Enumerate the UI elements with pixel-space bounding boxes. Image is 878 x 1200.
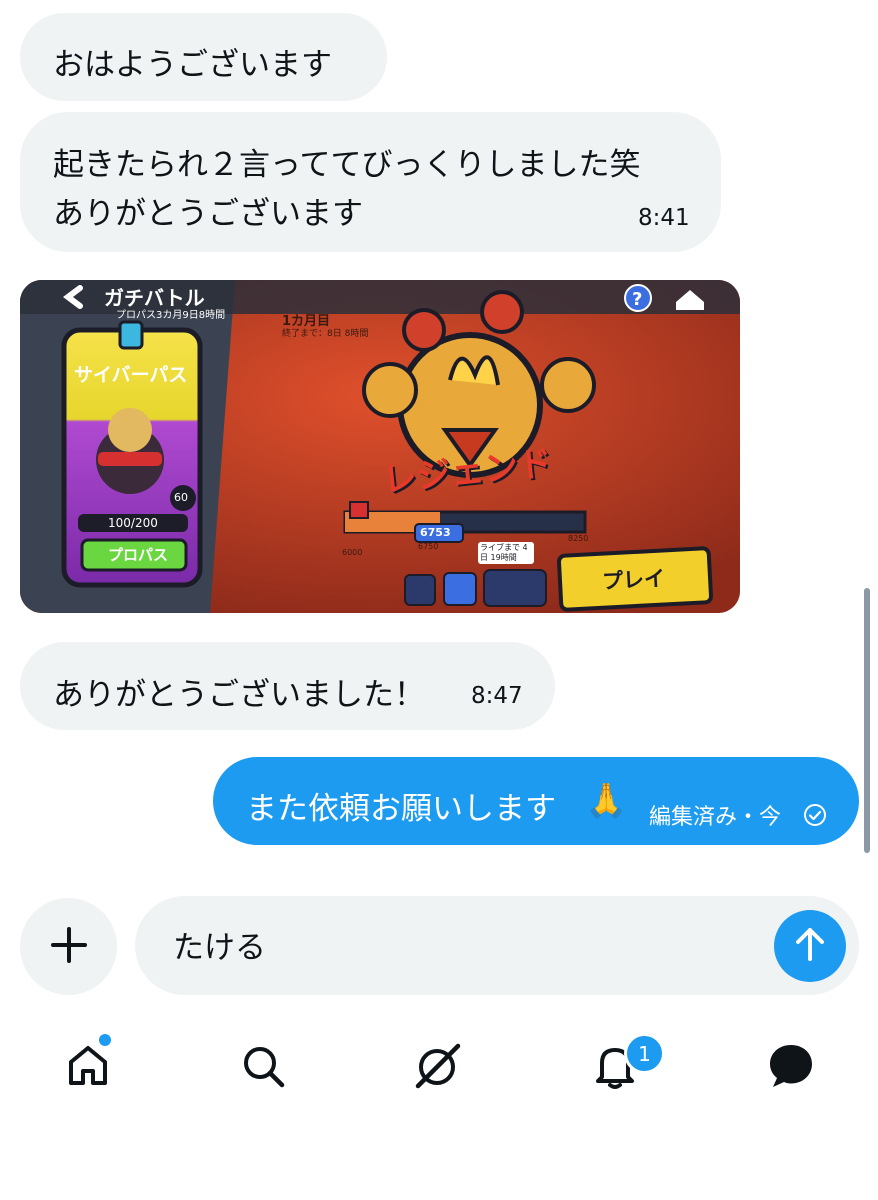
home-unread-dot bbox=[99, 1034, 111, 1046]
nav-grok[interactable] bbox=[410, 1040, 466, 1096]
folded-hands-emoji: 🙏 bbox=[585, 781, 628, 821]
message-text: また依頼お願いします bbox=[246, 791, 556, 827]
track-tick: 6750 bbox=[418, 542, 439, 551]
search-icon bbox=[238, 1041, 288, 1095]
read-check-icon bbox=[803, 799, 827, 835]
message-text-line2: ありがとうございます bbox=[53, 196, 363, 232]
attached-image[interactable]: ? ガチバトル プロパス3カ月9日8時間 サイバーパス 100/200 60 プ… bbox=[20, 280, 740, 613]
message-timestamp: 8:41 bbox=[638, 205, 690, 231]
home-icon bbox=[63, 1041, 113, 1095]
month-sub: 終了まで：8日 8時間 bbox=[282, 329, 369, 339]
notification-count-badge: 1 bbox=[624, 1033, 665, 1074]
scrollbar[interactable] bbox=[864, 588, 870, 853]
pass-name: サイバーパス bbox=[74, 364, 188, 386]
grok-icon bbox=[410, 1038, 466, 1098]
message-input-container bbox=[135, 896, 859, 995]
play-button: プレイ bbox=[601, 566, 666, 594]
track-tick: 6000 bbox=[342, 548, 363, 557]
next-reward: ライブまで 4日 19時間 bbox=[478, 542, 534, 564]
arrow-up-icon bbox=[790, 924, 830, 968]
message-text-line1: 起きたられ２言っててびっくりしました笑 bbox=[53, 147, 641, 183]
svg-text:?: ? bbox=[632, 289, 642, 310]
track-tick: 8250 bbox=[568, 534, 589, 543]
message-text: おはようございます bbox=[53, 47, 332, 83]
received-message-bubble[interactable]: ありがとうございました！ 8:47 bbox=[20, 642, 555, 730]
nav-home[interactable] bbox=[60, 1040, 116, 1096]
sent-message-bubble[interactable]: また依頼お願いします 🙏 編集済み・今 bbox=[213, 757, 859, 845]
messages-icon bbox=[765, 1040, 817, 1096]
nav-search[interactable] bbox=[235, 1040, 291, 1096]
message-timestamp: 8:47 bbox=[471, 683, 523, 709]
received-message-bubble[interactable]: 起きたられ２言っててびっくりしました笑 ありがとうございます 8:41 bbox=[20, 112, 721, 252]
nav-messages[interactable] bbox=[763, 1040, 819, 1096]
game-subtitle: プロパス3カ月9日8時間 bbox=[116, 310, 226, 321]
pass-level: 60 bbox=[174, 491, 188, 504]
send-button[interactable] bbox=[774, 910, 846, 982]
trophy-score: 6753 bbox=[420, 526, 451, 539]
pass-progress: 100/200 bbox=[108, 516, 158, 530]
received-message-bubble[interactable]: おはようございます bbox=[20, 13, 387, 101]
message-text: ありがとうございました！ bbox=[53, 677, 425, 713]
pass-button: プロパス bbox=[108, 546, 169, 564]
message-input[interactable] bbox=[173, 926, 733, 962]
plus-icon bbox=[50, 926, 88, 968]
add-attachment-button[interactable] bbox=[20, 898, 117, 995]
message-status: 編集済み・今 bbox=[649, 805, 782, 830]
